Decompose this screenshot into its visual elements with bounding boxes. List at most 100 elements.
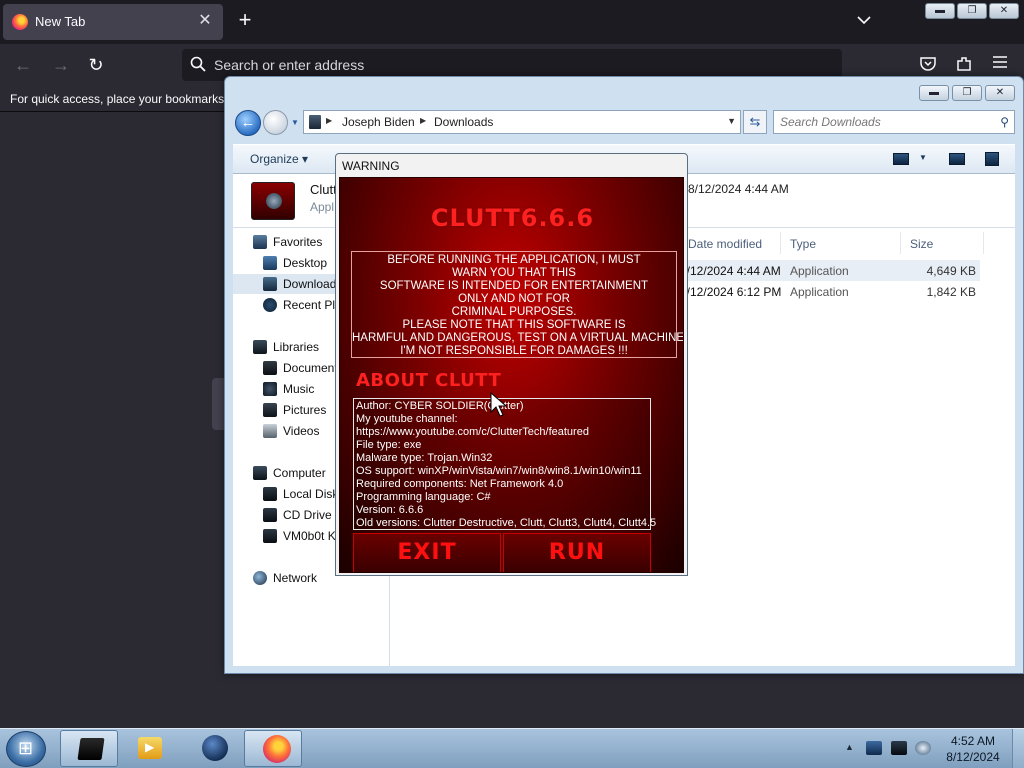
row-size: 4,649 KB [926,264,976,278]
documents-icon [263,361,277,375]
warning-line: HARMFUL AND DANGEROUS, TEST ON A VIRTUAL… [352,332,684,344]
preview-pane-icon[interactable] [949,153,965,165]
nav-label: Music [283,382,315,396]
back-arrow-icon[interactable]: ← [10,53,36,77]
change-view-icon[interactable] [893,153,909,165]
tab-title: New Tab [35,14,86,29]
nav-label: Desktop [283,256,328,270]
details-file-type: Appl [310,200,335,214]
network-tray-icon[interactable] [891,741,907,755]
nav-label: Favorites [273,235,323,249]
run-button[interactable]: RUN [503,533,651,572]
favorites-star-icon [253,235,267,249]
music-icon [263,382,277,396]
new-tab-button[interactable]: + [234,9,256,32]
explorer-close-button[interactable]: ✕ [985,85,1015,101]
action-center-flag-icon[interactable] [866,741,882,755]
row-type: Application [790,285,849,299]
about-line: Programming language: C# [356,491,491,503]
breadcrumb-downloads[interactable]: Downloads [434,115,493,129]
details-date: 8/12/2024 4:44 AM [688,182,789,196]
breadcrumb-arrow-icon[interactable]: ▶ [326,116,332,125]
dialog-body: CLUTT6.6.6 BEFORE RUNNING THE APPLICATIO… [339,177,684,573]
column-divider[interactable] [900,232,901,254]
column-divider[interactable] [983,232,984,254]
cd-drive-icon [263,508,277,522]
column-type[interactable]: Type [790,237,816,251]
reload-icon[interactable]: ↻ [83,53,109,77]
close-tab-icon[interactable]: ✕ [195,11,215,31]
taskbar-explorer-button[interactable] [60,730,118,767]
about-line: OS support: winXP/winVista/win7/win8/win… [356,465,642,477]
clock-date[interactable]: 8/12/2024 [944,750,1002,764]
column-date-modified[interactable]: Date modified [688,237,762,251]
search-input[interactable] [780,114,990,130]
help-icon[interactable] [985,152,999,166]
recent-pages-chevron-icon[interactable]: ▼ [291,118,301,128]
forward-arrow-icon[interactable] [263,110,288,135]
firefox-icon [263,735,291,763]
nav-label: Computer [273,466,326,480]
extensions-icon[interactable] [954,55,974,75]
explorer-minimize-button[interactable]: ▬ [919,85,949,101]
application-thumbnail-icon [251,182,295,220]
details-file-name: Clutt [310,182,337,197]
column-divider[interactable] [780,232,781,254]
hamburger-menu-icon[interactable] [990,55,1010,75]
forward-arrow-icon[interactable]: → [48,53,74,77]
browser-close-button[interactable]: ✕ [989,3,1019,19]
nav-label: VM0b0t K [283,529,336,543]
volume-tray-icon[interactable] [915,741,931,755]
taskbar-firefox-button[interactable] [244,730,302,767]
about-line: Version: 6.6.6 [356,504,424,516]
view-options-chevron-icon[interactable]: ▼ [919,153,927,162]
media-player-icon [138,737,162,759]
row-date: 8/12/2024 4:44 AM [680,264,781,278]
row-size: 1,842 KB [926,285,976,299]
search-icon [190,56,206,72]
column-size[interactable]: Size [910,237,933,251]
about-line: Required components: Net Framework 4.0 [356,478,564,490]
taskbar: ▲ 4:52 AM 8/12/2024 [0,728,1024,768]
nav-label: Downloads [283,277,343,291]
browser-minimize-button[interactable]: ▬ [925,3,955,19]
browser-restore-button[interactable]: ❐ [957,3,987,19]
breadcrumb-arrow-icon[interactable]: ▶ [420,116,426,125]
about-line: Old versions: Clutter Destructive, Clutt… [356,517,657,529]
warning-line: WARN YOU THAT THIS [452,267,576,279]
list-all-tabs-icon[interactable] [853,12,875,32]
back-arrow-icon[interactable]: ← [235,110,261,136]
firefox-icon [12,14,28,30]
address-dropdown-icon[interactable]: ▼ [727,116,736,126]
explorer-maximize-button[interactable]: ❐ [952,85,982,101]
about-line: File type: exe [356,439,422,451]
row-type: Application [790,264,849,278]
taskbar-media-player-button[interactable] [120,730,178,767]
url-input[interactable] [214,53,814,77]
dialog-title: WARNING [342,159,400,173]
show-hidden-icons-arrow-icon[interactable]: ▲ [845,742,854,752]
start-button-windows-icon[interactable] [6,731,46,767]
warning-dialog: WARNING CLUTT6.6.6 BEFORE RUNNING THE AP… [335,153,688,576]
nav-label: Local Disk [283,487,339,501]
pocket-icon[interactable] [918,55,938,75]
taskbar-globe-app-button[interactable] [184,730,242,767]
tab-new-tab[interactable]: New Tab ✕ [3,4,223,40]
warning-line: PLEASE NOTE THAT THIS SOFTWARE IS [402,319,626,331]
exit-button[interactable]: EXIT [353,533,501,572]
about-heading: ABOUT CLUTT [356,370,502,391]
organize-button[interactable]: Organize ▾ [250,152,308,166]
clock-time[interactable]: 4:52 AM [944,734,1002,748]
network-icon [253,571,267,585]
browser-tab-strip: New Tab ✕ + ▬ ❐ ✕ [0,0,1024,44]
refresh-icon[interactable]: ⇆ [743,110,767,134]
nav-label: Network [273,571,318,585]
address-bar[interactable]: ▶ Joseph Biden ▶ Downloads ▼ [303,110,741,134]
search-icon[interactable]: ⚲ [1000,115,1009,129]
warning-line: SOFTWARE IS INTENDED FOR ENTERTAINMENT [379,280,649,292]
breadcrumb-user[interactable]: Joseph Biden [342,115,415,129]
search-box[interactable]: ⚲ [773,110,1015,134]
network-drive-icon [263,529,277,543]
show-desktop-button[interactable] [1012,729,1024,768]
videos-icon [263,424,277,438]
